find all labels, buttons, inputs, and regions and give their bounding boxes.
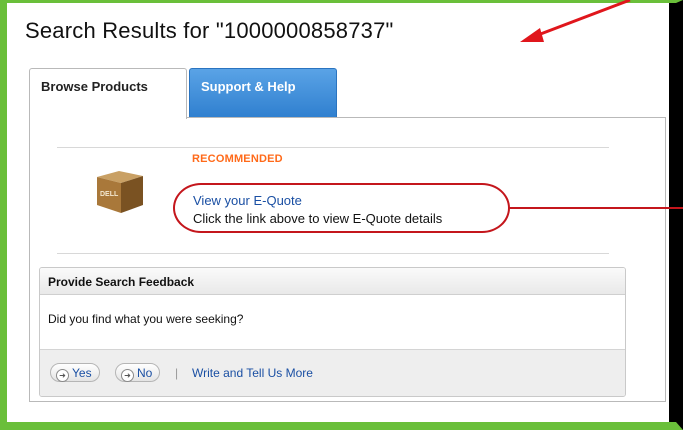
- tab-label: Support & Help: [201, 79, 296, 94]
- annotation-ellipse: [173, 183, 510, 233]
- arrow-right-icon: ➜: [121, 369, 134, 382]
- divider: [57, 147, 609, 148]
- separator: |: [175, 366, 179, 380]
- dell-box-icon: DELL: [97, 171, 143, 213]
- no-button[interactable]: ➜ No: [115, 363, 161, 382]
- arrow-right-icon: ➜: [56, 369, 69, 382]
- annotation-arrow-icon: [520, 0, 631, 42]
- annotation-line: [509, 207, 683, 209]
- tab-browse-products[interactable]: Browse Products: [29, 68, 187, 119]
- tab-support-help[interactable]: Support & Help: [189, 68, 337, 118]
- divider: [57, 253, 609, 254]
- feedback-question: Did you find what you were seeking?: [48, 312, 244, 326]
- yes-button[interactable]: ➜ Yes: [50, 363, 100, 382]
- feedback-footer: ➜ Yes ➜ No | Write and Tell Us More: [40, 349, 625, 396]
- feedback-box: Provide Search Feedback Did you find wha…: [39, 267, 626, 397]
- recommended-badge: RECOMMENDED: [192, 153, 283, 165]
- write-feedback-link[interactable]: Write and Tell Us More: [192, 366, 313, 380]
- feedback-header: Provide Search Feedback: [40, 268, 625, 295]
- tab-label: Browse Products: [41, 79, 148, 94]
- dell-logo-text: DELL: [100, 191, 119, 198]
- yes-label: Yes: [72, 366, 92, 380]
- no-label: No: [137, 366, 153, 380]
